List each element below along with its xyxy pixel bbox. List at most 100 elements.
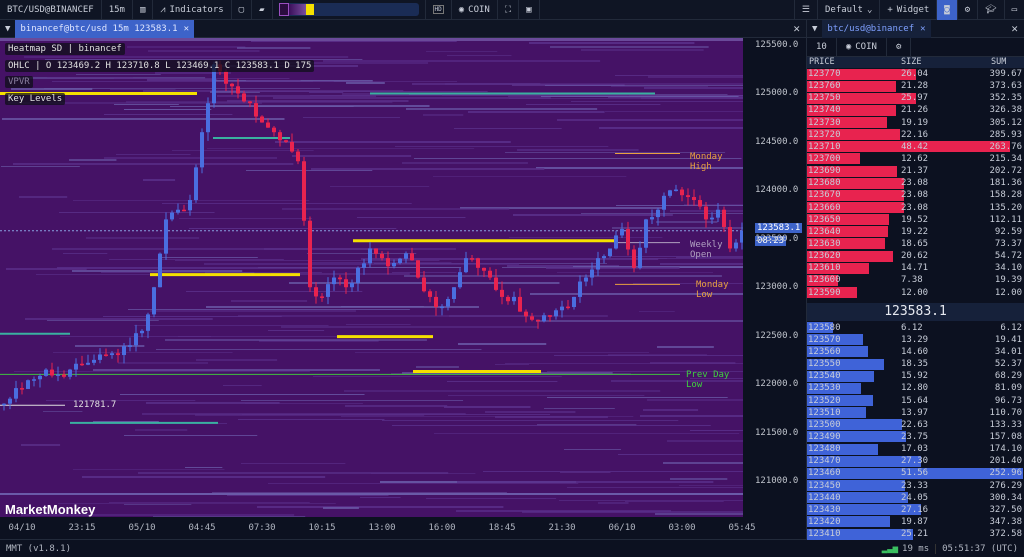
ask-row[interactable]: 123720 22.16 285.93 (807, 129, 1024, 141)
bid-row[interactable]: 123540 15.92 68.29 (807, 370, 1024, 382)
hd-button[interactable]: HD (424, 0, 452, 20)
ask-row[interactable]: 123650 19.52 112.11 (807, 214, 1024, 226)
ask-row[interactable]: 123690 21.37 202.72 (807, 165, 1024, 177)
candle-body (314, 287, 318, 297)
candle-body (398, 258, 402, 264)
candle-body (632, 249, 636, 268)
ask-row[interactable]: 123740 21.26 326.38 (807, 104, 1024, 116)
candle-body (350, 283, 354, 288)
ask-row[interactable]: 123770 26.04 399.67 (807, 68, 1024, 80)
chart-type-button[interactable]: ▥ (133, 0, 154, 20)
bid-row[interactable]: 123550 18.35 52.37 (807, 358, 1024, 370)
ask-row[interactable]: 123680 23.08 181.36 (807, 177, 1024, 189)
candle-body (578, 281, 582, 297)
candle-body (584, 277, 588, 282)
bid-row[interactable]: 123430 27.16 327.50 (807, 504, 1024, 516)
symbol-selector[interactable]: BTC/USD@BINANCEF (0, 0, 102, 20)
ask-row[interactable]: 123610 14.71 34.10 (807, 262, 1024, 274)
ask-row[interactable]: 123710 48.42 263.76 (807, 141, 1024, 153)
bid-price: 123420 (808, 516, 841, 527)
bid-row[interactable]: 123570 13.29 19.41 (807, 334, 1024, 346)
heatmap-band (0, 38, 743, 41)
fullscreen-button[interactable]: ⛶ (498, 0, 520, 20)
dropdown-button[interactable]: ▣ (519, 0, 540, 20)
bid-row[interactable]: 123460 51.56 252.96 (807, 467, 1024, 479)
ask-row[interactable]: 123700 12.62 215.34 (807, 153, 1024, 165)
ask-row[interactable]: 123590 12.00 12.00 (807, 287, 1024, 299)
signal-icon: ▂▃▅ (881, 543, 899, 554)
bid-row[interactable]: 123520 15.64 96.73 (807, 395, 1024, 407)
candle-body (626, 229, 630, 250)
tab-orderbook[interactable]: btc/usd@binancef ✕ (822, 19, 931, 38)
heatmap-liquidity-band (282, 208, 510, 210)
candle-body (320, 296, 324, 298)
close-icon[interactable]: ✕ (184, 24, 189, 34)
tab-chart[interactable]: binancef@btc/usd 15m 123583.1 ✕ (15, 19, 194, 38)
bid-row[interactable]: 123410 25.21 372.58 (807, 528, 1024, 540)
panel-menu-icon[interactable]: ▼ (0, 24, 15, 34)
candle-body (272, 127, 276, 133)
close-icon[interactable]: ✕ (920, 24, 925, 34)
bid-sum: 52.37 (994, 359, 1022, 370)
tab-label: binancef@btc/usd 15m 123583.1 (20, 23, 178, 34)
orderbook-settings-button[interactable]: ⚙ (887, 37, 912, 57)
bid-row[interactable]: 123420 19.87 347.38 (807, 516, 1024, 528)
bid-row[interactable]: 123470 27.30 201.40 (807, 455, 1024, 467)
settings-button[interactable]: ⚙ (958, 0, 979, 20)
bid-row[interactable]: 123510 13.97 110.70 (807, 407, 1024, 419)
candle-body (644, 219, 648, 248)
close-panel-icon[interactable]: ✕ (1011, 22, 1018, 35)
ask-row[interactable]: 123760 21.28 373.63 (807, 80, 1024, 92)
legend-vpvr[interactable]: VPVR (5, 76, 33, 88)
panel-menu-icon[interactable]: ▼ (807, 24, 822, 34)
bid-row[interactable]: 123500 22.63 133.33 (807, 419, 1024, 431)
layout-selector[interactable]: Default ⌄ (818, 0, 881, 20)
depth-selector[interactable]: 10 (807, 37, 837, 57)
ask-row[interactable]: 123750 25.97 352.35 (807, 92, 1024, 104)
heatmap-chart[interactable]: Heatmap SD | binancef OHLC | O 123469.2 … (0, 38, 743, 517)
bid-row[interactable]: 123560 14.60 34.01 (807, 346, 1024, 358)
add-widget-button[interactable]: + Widget (880, 0, 938, 20)
bid-row[interactable]: 123480 17.03 174.10 (807, 443, 1024, 455)
ask-price: 123660 (808, 202, 841, 213)
candle-body (692, 197, 696, 201)
ask-row[interactable]: 123730 19.19 305.12 (807, 117, 1024, 129)
crop-button[interactable]: ▢ (232, 0, 253, 20)
candle-body (284, 140, 288, 142)
ask-row[interactable]: 123630 18.65 73.37 (807, 238, 1024, 250)
heatmap-range-slider[interactable] (278, 3, 419, 16)
open-folder-button[interactable]: ▰ (252, 0, 273, 20)
header-sum: SUM (991, 57, 1007, 67)
ask-sum: 19.39 (994, 275, 1022, 286)
bid-size: 15.64 (901, 395, 929, 406)
ask-row[interactable]: 123670 23.08 158.28 (807, 189, 1024, 201)
time-axis[interactable]: 04/10 23:15 05/10 04:45 07:30 10:15 13:00 16:00… (0, 517, 806, 540)
list-button[interactable]: ☰ (793, 0, 818, 20)
close-panel-icon[interactable]: ✕ (793, 22, 800, 35)
ask-size: 21.37 (901, 166, 929, 177)
candle-body (302, 161, 306, 221)
bid-row[interactable]: 123530 12.80 81.09 (807, 382, 1024, 394)
bid-row[interactable]: 123440 24.05 300.34 (807, 492, 1024, 504)
interval-selector[interactable]: 15m (102, 0, 133, 20)
legend-heatmap[interactable]: Heatmap SD | binancef (5, 43, 125, 55)
bid-row[interactable]: 123450 23.33 276.29 (807, 480, 1024, 492)
heatmap-liquidity-band (505, 363, 743, 364)
feedback-button[interactable]: ▭ (1005, 0, 1024, 20)
learn-button[interactable]: 🎓︎ (978, 0, 1005, 20)
ask-sum: 305.12 (989, 117, 1022, 128)
heatmap-liquidity-band (59, 212, 215, 213)
heatmap-liquidity-band (189, 228, 397, 229)
legend-key-levels[interactable]: Key Levels (5, 93, 66, 105)
price-axis[interactable]: 123583.1 08:23 125500.0 125000.0 124500.0 1… (743, 38, 806, 517)
unit-selector[interactable]: ◉ COIN (837, 37, 887, 57)
screenshot-button[interactable]: ◙ (937, 0, 958, 20)
ask-row[interactable]: 123600 7.38 19.39 (807, 274, 1024, 286)
bid-row[interactable]: 123580 6.12 6.12 (807, 322, 1024, 334)
indicators-button[interactable]: ⩘ Indicators (153, 0, 232, 20)
ask-row[interactable]: 123620 20.62 54.72 (807, 250, 1024, 262)
coin-button[interactable]: ◉ COIN (452, 0, 498, 20)
ask-row[interactable]: 123660 23.08 135.20 (807, 202, 1024, 214)
ask-row[interactable]: 123640 19.22 92.59 (807, 226, 1024, 238)
bid-row[interactable]: 123490 23.75 157.08 (807, 431, 1024, 443)
